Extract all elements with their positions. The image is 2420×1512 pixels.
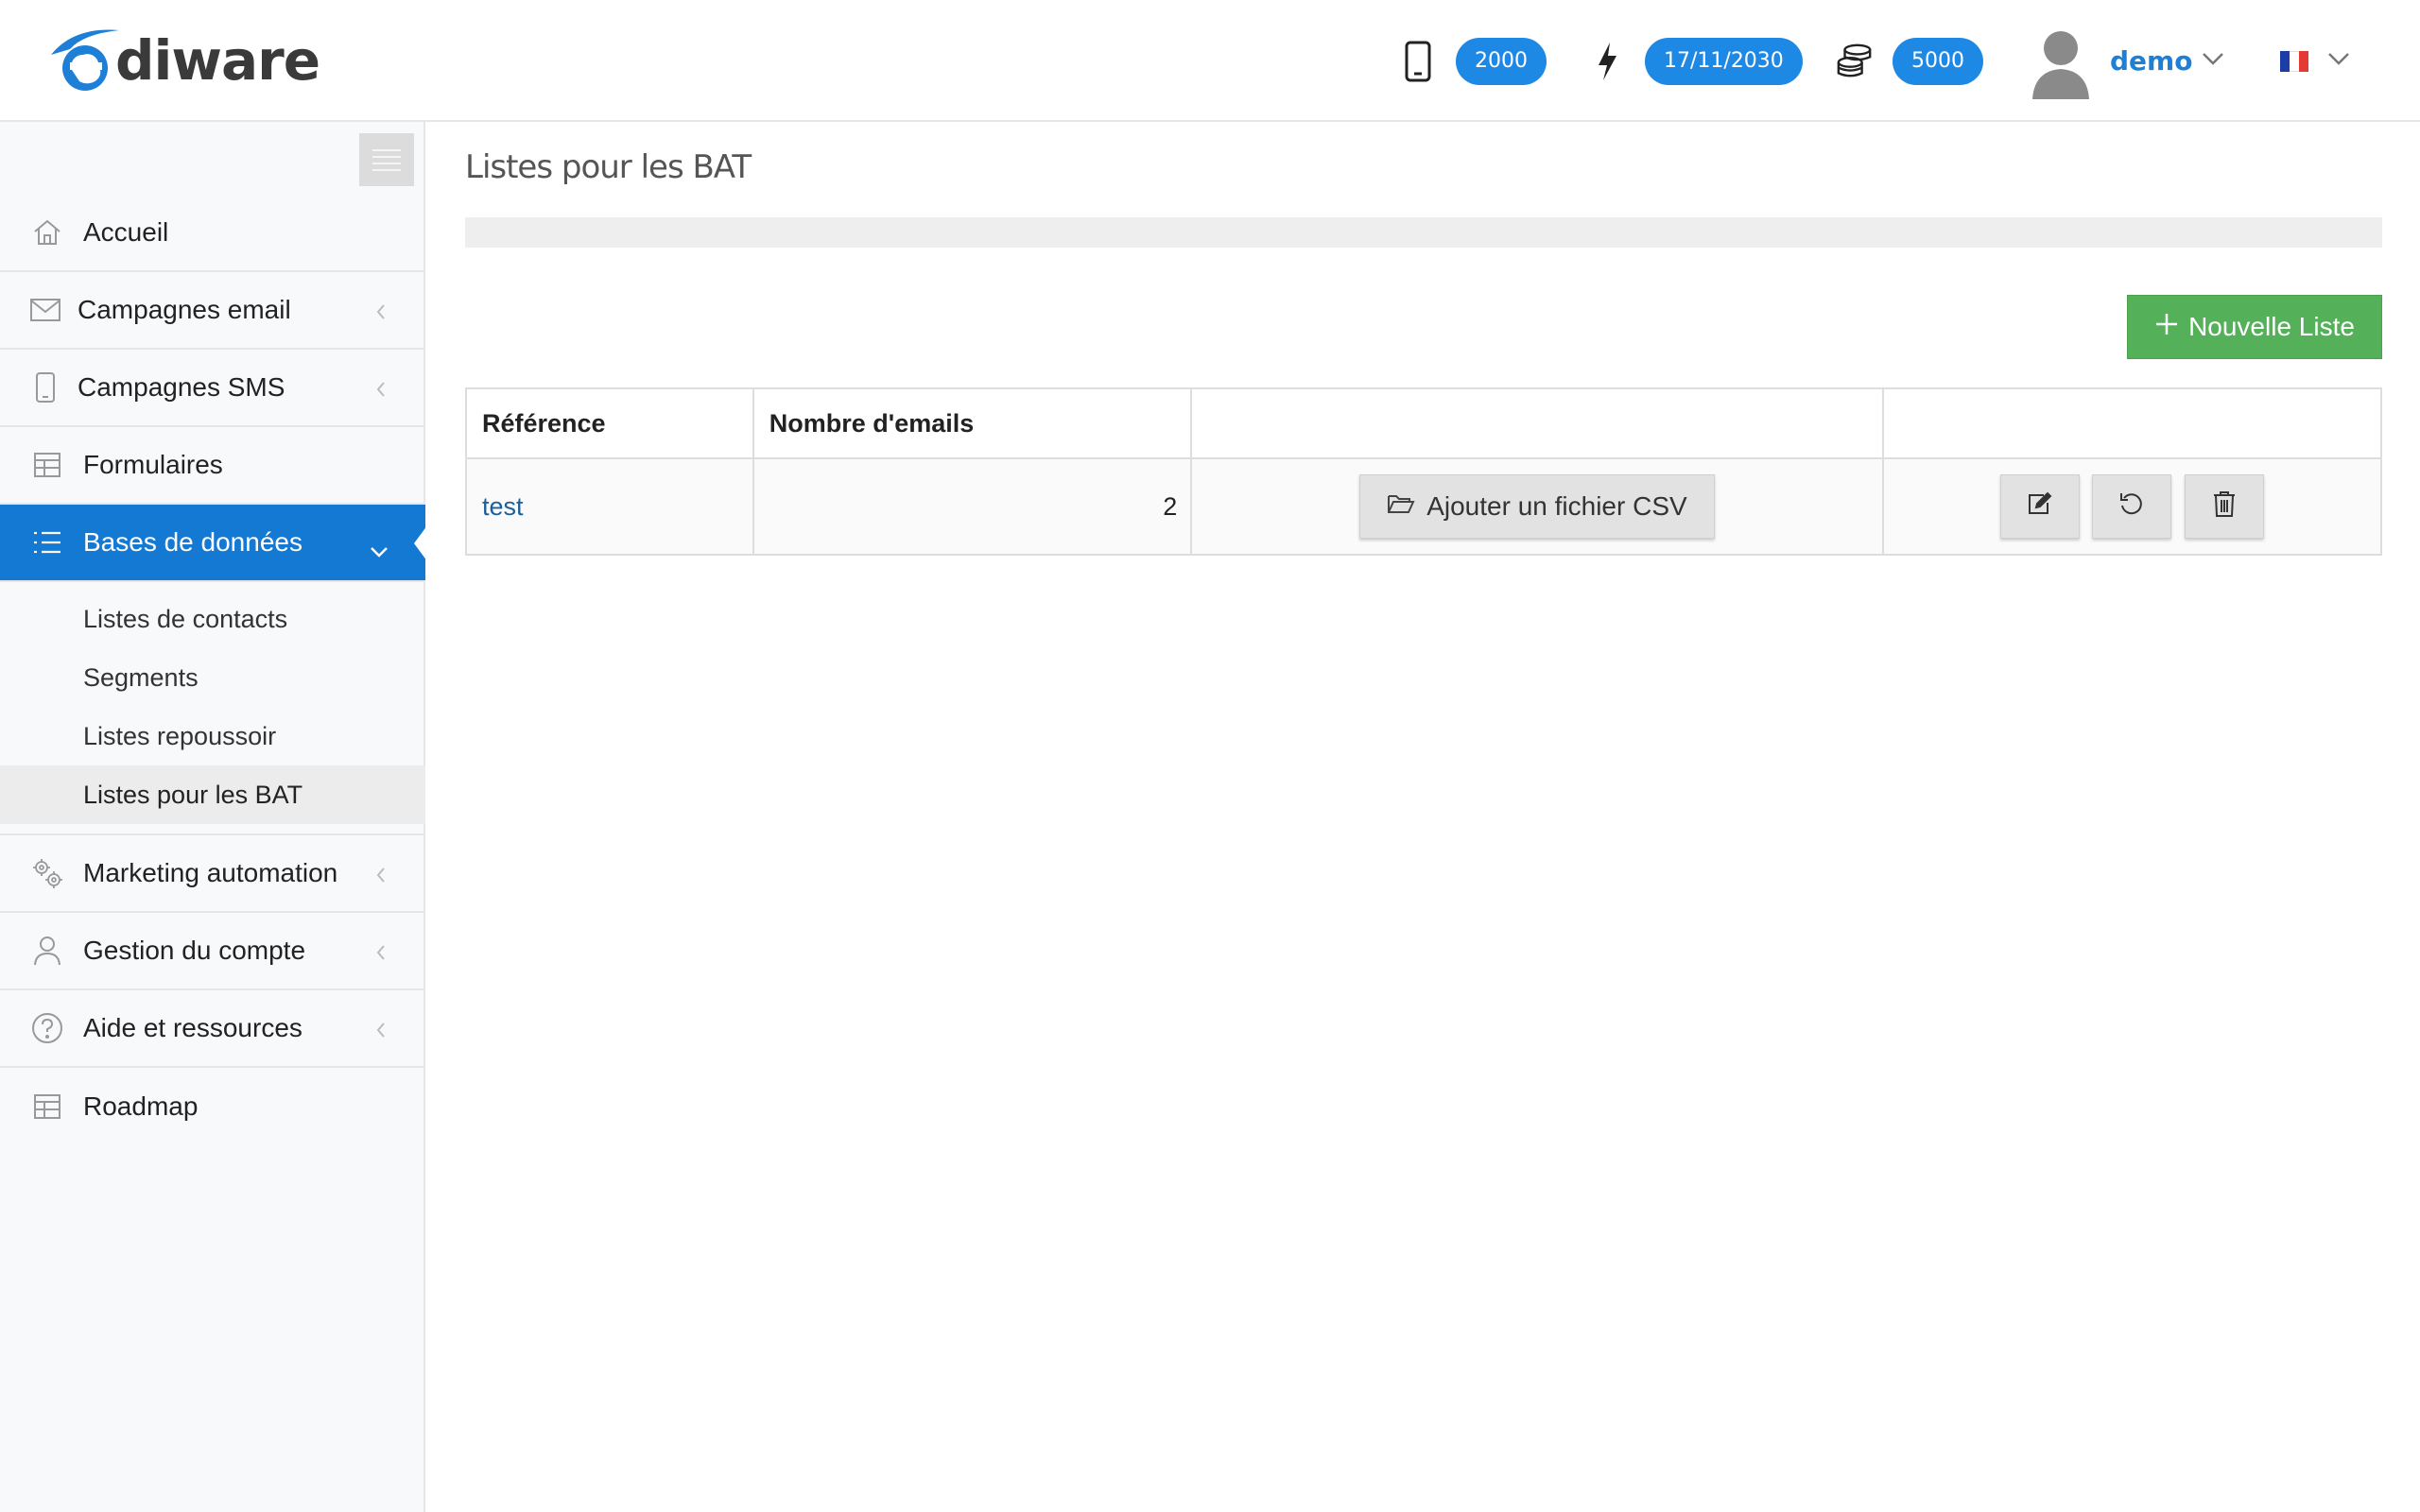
chevron-down-icon — [369, 535, 389, 565]
sidebar-toggle-button[interactable] — [359, 133, 414, 186]
mobile-icon — [26, 369, 64, 406]
table-header-row: Référence Nombre d'emails — [465, 387, 2383, 459]
mobile-icon — [1399, 38, 1437, 85]
sidebar-item-accueil[interactable]: Accueil — [0, 195, 425, 272]
email-credits-badge: 5000 — [1893, 37, 1983, 85]
envelope-icon — [26, 291, 64, 329]
expiry-date[interactable]: 17/11/2030 — [1588, 0, 1803, 122]
reset-button[interactable] — [2092, 474, 2172, 539]
expiry-date-badge: 17/11/2030 — [1645, 37, 1803, 85]
question-icon — [28, 1009, 66, 1047]
chevron-down-icon — [2327, 51, 2350, 71]
sms-credits-badge: 2000 — [1456, 37, 1547, 85]
submenu-item-listes-de-contacts[interactable]: Listes de contacts — [0, 590, 425, 648]
fr-flag-icon — [2280, 50, 2308, 72]
sidebar-item-label: Campagnes SMS — [78, 372, 285, 402]
sidebar-item-gestion-du-compte[interactable]: Gestion du compte — [0, 913, 425, 990]
table-icon — [28, 1088, 66, 1125]
column-header-csv — [1190, 387, 1884, 459]
csv-cell: Ajouter un fichier CSV — [1190, 457, 1884, 556]
trash-icon — [2212, 490, 2237, 524]
plus-icon — [2154, 312, 2179, 343]
sidebar-item-label: Gestion du compte — [83, 936, 306, 965]
bat-lists-table: Référence Nombre d'emails test 2 Ajouter… — [465, 387, 2383, 556]
user-name: demo — [2110, 45, 2193, 77]
avatar — [2027, 24, 2095, 99]
sidebar: Accueil Campagnes email Campagnes SMS Fo… — [0, 122, 427, 1512]
folder-open-icon — [1387, 491, 1415, 522]
sidebar-item-label: Accueil — [83, 217, 169, 247]
list-icon — [28, 524, 66, 561]
submenu-item-listes-repoussoir[interactable]: Listes repoussoir — [0, 707, 425, 765]
ediware-logo[interactable]: diware — [45, 23, 320, 98]
sidebar-item-label: Aide et ressources — [83, 1013, 302, 1042]
add-csv-button[interactable]: Ajouter un fichier CSV — [1359, 474, 1715, 539]
actions-cell — [1881, 457, 2383, 556]
sidebar-item-campagnes-email[interactable]: Campagnes email — [0, 272, 425, 350]
chevron-down-icon — [2202, 51, 2224, 71]
page-title: Listes pour les BAT — [465, 148, 752, 186]
language-selector[interactable] — [2280, 0, 2350, 122]
new-list-label: Nouvelle Liste — [2188, 312, 2355, 341]
main-content: Listes pour les BAT Nouvelle Liste Référ… — [427, 122, 2420, 1512]
chevron-left-icon — [374, 1017, 388, 1047]
sidebar-item-formulaires[interactable]: Formulaires — [0, 427, 425, 505]
chevron-left-icon — [374, 939, 388, 970]
gears-icon — [28, 854, 66, 892]
chevron-left-icon — [374, 862, 388, 892]
edit-icon — [2027, 491, 2053, 523]
undo-icon — [2118, 490, 2145, 524]
column-header-email-count[interactable]: Nombre d'emails — [752, 387, 1193, 459]
edit-button[interactable] — [1999, 474, 2080, 539]
user-menu[interactable]: demo — [2027, 0, 2224, 122]
coins-icon — [1836, 38, 1874, 85]
column-header-reference[interactable]: Référence — [465, 387, 754, 459]
logo-e-icon — [45, 26, 121, 94]
user-icon — [28, 932, 66, 970]
chevron-left-icon — [374, 299, 388, 329]
delete-button[interactable] — [2184, 474, 2264, 539]
sidebar-item-marketing-automation[interactable]: Marketing automation — [0, 835, 425, 913]
sidebar-item-aide-et-ressources[interactable]: Aide et ressources — [0, 990, 425, 1068]
chevron-left-icon — [374, 376, 388, 406]
email-credits[interactable]: 5000 — [1836, 0, 1983, 122]
sidebar-item-bases-de-donnees[interactable]: Bases de données — [0, 505, 427, 582]
logo-text: diware — [115, 28, 320, 93]
submenu-item-segments[interactable]: Segments — [0, 648, 425, 707]
breadcrumb-bar — [465, 217, 2382, 248]
top-header: diware 2000 17/11/2030 5000 demo — [0, 0, 2420, 122]
home-icon — [28, 214, 66, 251]
sidebar-nav: Accueil Campagnes email Campagnes SMS Fo… — [0, 195, 427, 1145]
column-header-actions — [1881, 387, 2383, 459]
sidebar-item-label: Marketing automation — [83, 858, 338, 887]
bolt-icon — [1588, 38, 1626, 85]
add-csv-label: Ajouter un fichier CSV — [1426, 491, 1687, 521]
submenu-item-listes-pour-les-bat[interactable]: Listes pour les BAT — [0, 765, 425, 824]
sms-credits[interactable]: 2000 — [1399, 0, 1547, 122]
email-count: 2 — [752, 457, 1193, 556]
sidebar-item-roadmap[interactable]: Roadmap — [0, 1068, 425, 1145]
submenu-bases-de-donnees: Listes de contacts Segments Listes repou… — [0, 582, 425, 835]
list-reference-link[interactable]: test — [465, 457, 754, 556]
table-icon — [28, 446, 66, 484]
sidebar-item-label: Roadmap — [83, 1091, 199, 1121]
sidebar-item-label: Bases de données — [83, 527, 302, 557]
new-list-button[interactable]: Nouvelle Liste — [2127, 295, 2382, 359]
sidebar-item-label: Formulaires — [83, 450, 223, 479]
table-row: test 2 Ajouter un fichier CSV — [465, 457, 2383, 556]
sidebar-item-campagnes-sms[interactable]: Campagnes SMS — [0, 350, 425, 427]
sidebar-item-label: Campagnes email — [78, 295, 291, 324]
